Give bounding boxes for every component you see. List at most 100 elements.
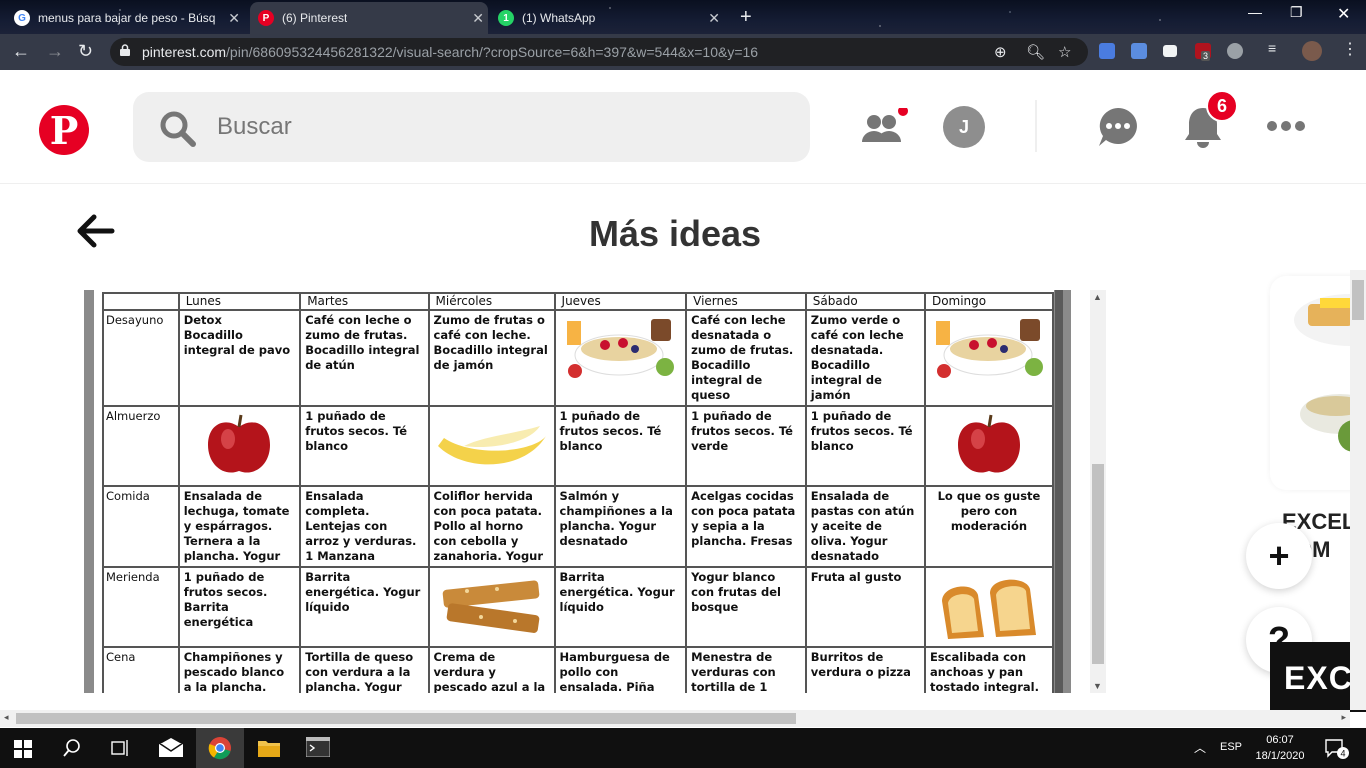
- notification-count: 4: [1340, 749, 1345, 759]
- apple-image: [184, 409, 295, 483]
- menu-cell: Tortilla de queso con verdura a la planc…: [299, 646, 430, 693]
- tab-google-search[interactable]: G menus para bajar de peso - Búsq ✕: [14, 2, 244, 34]
- windows-start-icon[interactable]: [14, 740, 32, 758]
- address-bar[interactable]: pinterest.com/pin/686095324456281322/vis…: [110, 38, 1088, 66]
- scroll-up-icon[interactable]: ▲: [1093, 292, 1102, 302]
- table-row: Almuerzo 1 puñado de frutos secos. Té bla…: [102, 405, 1055, 487]
- meal-label: Comida: [102, 485, 180, 568]
- tab-whatsapp[interactable]: 1 (1) WhatsApp ✕: [498, 2, 724, 34]
- pinterest-header: P J 6: [0, 70, 1366, 184]
- header-divider: [1035, 100, 1037, 152]
- pinterest-icon: P: [258, 10, 274, 26]
- compass-extension-icon[interactable]: [1227, 43, 1243, 59]
- translate-extension-icon[interactable]: [1099, 43, 1115, 59]
- close-icon[interactable]: ✕: [708, 10, 720, 27]
- profile-avatar[interactable]: [1302, 41, 1322, 61]
- close-icon[interactable]: ✕: [472, 10, 484, 27]
- add-pin-button[interactable]: +: [1246, 523, 1312, 589]
- url-text: pinterest.com/pin/686095324456281322/vis…: [142, 44, 758, 60]
- menu-cell: Acelgas cocidas con poca patata y sepia …: [685, 485, 807, 568]
- browser-toolbar: ← → ↻ pinterest.com/pin/6860953244562813…: [0, 34, 1366, 70]
- pinterest-logo[interactable]: P: [39, 105, 89, 155]
- google-icon: G: [14, 10, 30, 26]
- task-view-icon[interactable]: [110, 739, 130, 757]
- menu-cell: 1 puñado de frutos secos. Té blanco: [299, 405, 430, 487]
- more-options-icon[interactable]: [1266, 120, 1306, 132]
- meal-label: Merienda: [102, 566, 180, 648]
- banana-image: [434, 409, 550, 483]
- screen-extension-icon[interactable]: [1163, 45, 1177, 57]
- horizontal-scrollbar[interactable]: ◂ ▸: [0, 710, 1350, 727]
- menu-cell: Hamburguesa de pollo con ensalada. Piña: [553, 646, 688, 693]
- reload-icon[interactable]: ↻: [78, 41, 93, 62]
- playlist-icon[interactable]: ≡: [1268, 40, 1284, 56]
- forward-arrow-icon[interactable]: →: [46, 41, 64, 62]
- scroll-down-icon[interactable]: ▼: [1093, 681, 1102, 691]
- menu-cell: Yogur blanco con frutas del bosque: [685, 566, 807, 648]
- mail-icon[interactable]: [158, 738, 184, 758]
- restore-button[interactable]: ❐: [1290, 4, 1303, 21]
- pin-scrollbar[interactable]: ▲ ▼: [1090, 290, 1106, 693]
- food-image-cell: [923, 309, 1055, 407]
- breakfast-image: [930, 313, 1048, 387]
- clock-date: 18/1/2020: [1255, 750, 1305, 762]
- pin-image-canvas: Lunes Martes Miércoles Jueves Viernes Sá…: [94, 290, 1055, 693]
- food-image-cell: [177, 405, 302, 487]
- action-center-icon[interactable]: 4: [1324, 738, 1350, 760]
- messages-icon[interactable]: [1097, 106, 1139, 148]
- file-explorer-icon[interactable]: [258, 738, 280, 758]
- back-arrow-icon[interactable]: ←: [12, 41, 30, 62]
- people-icon[interactable]: [860, 108, 912, 148]
- menu-dots-icon[interactable]: ⋮: [1342, 39, 1358, 58]
- apple-image: [930, 409, 1048, 483]
- food-image-cell: [923, 566, 1055, 648]
- scrollbar-thumb[interactable]: [16, 713, 796, 724]
- search-bar[interactable]: [133, 92, 810, 162]
- pin-image[interactable]: Lunes Martes Miércoles Jueves Viernes Sá…: [84, 290, 1071, 693]
- menu-cell: Crema de verdura y pescado azul a la pla…: [427, 646, 556, 693]
- language-indicator[interactable]: ESP: [1220, 741, 1242, 753]
- search-icon[interactable]: [63, 739, 81, 757]
- menu-cell: Salmón y champiñones a la plancha. Yogur…: [553, 485, 688, 568]
- close-window-button[interactable]: ✕: [1337, 4, 1350, 24]
- day-header: Sábado: [804, 292, 926, 311]
- food-image-cell: [427, 566, 556, 648]
- user-avatar[interactable]: J: [943, 106, 985, 148]
- scrollbar-thumb[interactable]: [1352, 280, 1364, 320]
- browser-tab-strip: G menus para bajar de peso - Búsq ✕ P (6…: [0, 0, 1366, 34]
- tab-title: (1) WhatsApp: [522, 11, 596, 25]
- food-image-cell: [553, 309, 688, 407]
- menu-cell: Detox Bocadillo integral de pavo: [177, 309, 302, 407]
- scroll-left-icon[interactable]: ◂: [4, 712, 9, 723]
- add-icon[interactable]: ⊕: [994, 43, 1007, 61]
- weekly-menu-table: Lunes Martes Miércoles Jueves Viernes Sá…: [102, 292, 1055, 693]
- close-icon[interactable]: ✕: [228, 10, 240, 27]
- download-extension-icon[interactable]: [1131, 43, 1147, 59]
- menu-cell: Ensalada de pastas con atún y aceite de …: [804, 485, 926, 568]
- menu-cell: Zumo verde o café con leche desnatada. B…: [804, 309, 926, 407]
- notifications-badge: 6: [1206, 90, 1238, 122]
- windows-taskbar: ︿ ESP 06:07 18/1/2020 4: [0, 728, 1366, 768]
- chrome-icon[interactable]: [208, 736, 232, 760]
- scroll-right-icon[interactable]: ▸: [1341, 712, 1346, 723]
- show-hidden-icons-chevron-up-icon[interactable]: ︿: [1194, 739, 1206, 756]
- lock-icon: [120, 44, 130, 56]
- ublock-extension-icon[interactable]: 3: [1195, 43, 1211, 61]
- search-input[interactable]: [217, 112, 777, 142]
- minimize-button[interactable]: —: [1248, 4, 1262, 20]
- zoom-icon[interactable]: 🔍︎: [1026, 43, 1045, 61]
- page-scrollbar[interactable]: [1350, 270, 1366, 710]
- terminal-icon[interactable]: [306, 737, 330, 757]
- day-header: Lunes: [177, 292, 302, 311]
- breakfast-image: [560, 313, 682, 387]
- day-header: Jueves: [553, 292, 688, 311]
- extension-badge: 3: [1201, 51, 1211, 61]
- day-header: Miércoles: [427, 292, 556, 311]
- clock-time: 06:07: [1266, 734, 1294, 746]
- bookmark-star-icon[interactable]: ☆: [1058, 43, 1071, 61]
- scrollbar-thumb[interactable]: [1092, 464, 1104, 664]
- tab-pinterest[interactable]: P (6) Pinterest ✕: [250, 2, 488, 34]
- system-clock[interactable]: 06:07 18/1/2020: [1252, 732, 1308, 764]
- new-tab-button[interactable]: +: [740, 6, 752, 29]
- menu-cell: Escalibada con anchoas y pan tostado int…: [923, 646, 1055, 693]
